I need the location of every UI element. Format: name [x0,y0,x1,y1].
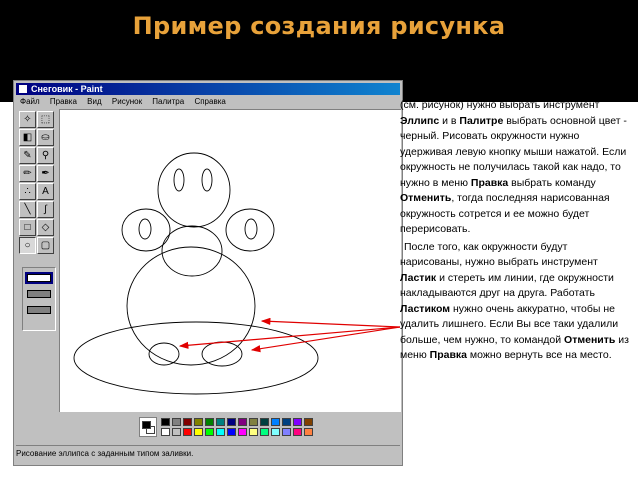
palette-swatch[interactable] [227,418,236,426]
palette-swatch[interactable] [216,418,225,426]
bold-term: Ластиком [400,302,451,315]
palette-swatch[interactable] [293,418,302,426]
magnifier-tool[interactable]: ⚲ [37,147,54,164]
explanation-paragraph-2: После того, как окружности будут нарисов… [400,240,632,364]
palette-swatch[interactable] [271,428,280,436]
text-run: и в [439,114,460,127]
text-tool[interactable]: A [37,183,54,200]
menu-help[interactable]: Справка [194,97,225,106]
right-foot [201,341,243,367]
palette-swatch[interactable] [227,428,236,436]
left-eye [173,168,185,192]
airbrush-tool[interactable]: ∴ [19,183,36,200]
palette-swatch[interactable] [260,428,269,436]
palette-swatch[interactable] [282,428,291,436]
ellipse-tool[interactable]: ○ [19,237,36,254]
right-eye [201,168,213,192]
palette-swatch[interactable] [205,418,214,426]
right-arm-circle [225,208,275,252]
palette-swatch[interactable] [183,428,192,436]
text-run: После того, как окружности будут нарисов… [400,240,598,269]
palette-swatch[interactable] [238,428,247,436]
palette-swatch[interactable] [194,428,203,436]
paint-app-icon [18,84,28,94]
palette-swatch[interactable] [304,428,313,436]
text-run: (см. рисунок) нужно выбрать инструмент [400,99,600,111]
palette-swatch[interactable] [172,418,181,426]
color-palette [139,417,399,439]
bold-term: Правка [429,349,468,361]
fill-only-option[interactable] [27,306,51,314]
palette-swatch[interactable] [194,418,203,426]
menu-file[interactable]: Файл [20,97,40,106]
paint-window: Снеговик - Paint Файл Правка Вид Рисунок… [13,80,403,466]
palette-swatch[interactable] [304,418,313,426]
outline-only-option[interactable] [25,272,53,284]
drawing-canvas[interactable] [59,109,401,412]
bold-term: Ластик [400,271,437,284]
rounded-rect-tool[interactable]: ▢ [37,237,54,254]
explanation-text: (см. рисунок) нужно выбрать инструмент Э… [400,98,632,364]
bold-term: Эллипс [400,114,440,127]
palette-swatch[interactable] [271,418,280,426]
brush-tool[interactable]: ✒ [37,165,54,182]
menu-image[interactable]: Рисунок [112,97,142,106]
palette-swatch[interactable] [293,428,302,436]
palette-swatch[interactable] [260,418,269,426]
left-arm-inner [138,218,152,240]
bold-term: Отменить [400,192,452,204]
window-titlebar[interactable]: Снеговик - Paint [16,83,400,95]
right-arm-inner [244,218,258,240]
palette-swatch[interactable] [161,418,170,426]
menu-edit[interactable]: Правка [50,97,77,106]
pencil-tool[interactable]: ✏ [19,165,36,182]
palette-swatch[interactable] [216,428,225,436]
explanation-paragraph-1: (см. рисунок) нужно выбрать инструмент Э… [400,98,632,238]
status-bar: Рисование эллипса с заданным типом залив… [16,445,400,462]
menu-palette[interactable]: Палитра [152,97,184,106]
head-circle [157,152,231,228]
menu-view[interactable]: Вид [87,97,101,106]
palette-swatch[interactable] [238,418,247,426]
bold-term: Отменить [564,333,616,346]
palette-swatch[interactable] [249,428,258,436]
bold-term: Правка [470,176,509,189]
curve-tool[interactable]: ∫ [37,201,54,218]
free-select-tool[interactable]: ✧ [19,111,36,128]
toolbox: ✧ ⬚ ◧ ⛀ ✎ ⚲ ✏ ✒ ∴ A ╲ ∫ □ ◇ ○ ▢ [17,111,57,411]
palette-swatch[interactable] [205,428,214,436]
line-tool[interactable]: ╲ [19,201,36,218]
select-tool[interactable]: ⬚ [37,111,54,128]
ground-ellipse [73,321,319,395]
tool-options [22,267,56,331]
snowman-drawing [73,152,319,395]
text-run: выбрать команду [508,176,596,189]
current-colors[interactable] [139,417,157,437]
palette-swatch[interactable] [282,418,291,426]
chest-circle [161,225,223,277]
slide-title: Пример создания рисунка [132,12,506,40]
belly-circle [126,246,256,366]
rectangle-tool[interactable]: □ [19,219,36,236]
eraser-tool[interactable]: ◧ [19,129,36,146]
color-picker-tool[interactable]: ✎ [19,147,36,164]
palette-swatch[interactable] [249,418,258,426]
foreground-color [142,421,151,429]
outline-fill-option[interactable] [27,290,51,298]
menu-bar: Файл Правка Вид Рисунок Палитра Справка [16,96,230,108]
fill-tool[interactable]: ⛀ [37,129,54,146]
palette-swatch[interactable] [161,428,170,436]
bold-term: Палитре [459,114,504,127]
palette-swatch[interactable] [183,418,192,426]
palette-swatch[interactable] [172,428,181,436]
text-run: можно вернуть все на место. [467,349,612,361]
window-title: Снеговик - Paint [31,84,103,94]
polygon-tool[interactable]: ◇ [37,219,54,236]
